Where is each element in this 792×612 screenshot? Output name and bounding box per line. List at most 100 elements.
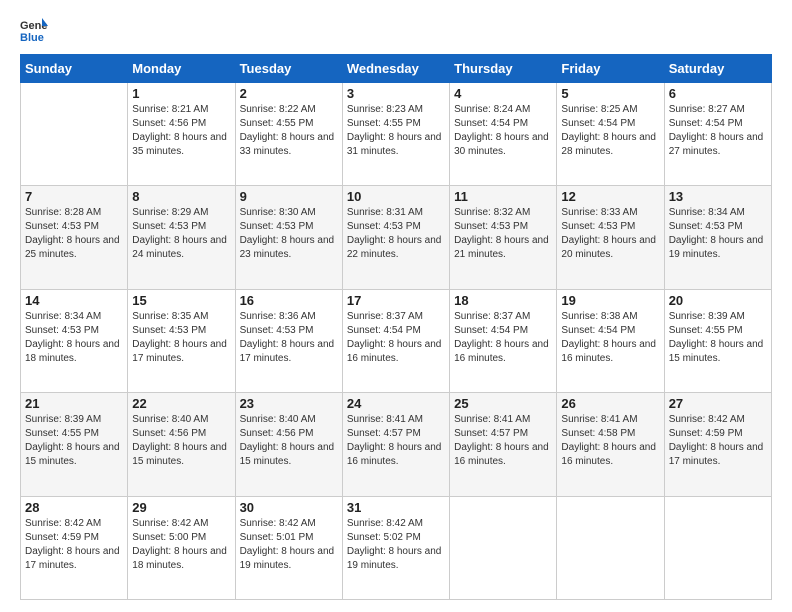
calendar-cell: 26 Sunrise: 8:41 AMSunset: 4:58 PMDaylig…	[557, 393, 664, 496]
calendar-cell: 21 Sunrise: 8:39 AMSunset: 4:55 PMDaylig…	[21, 393, 128, 496]
page: General Blue SundayMondayTuesdayWednesda…	[0, 0, 792, 612]
day-info: Sunrise: 8:37 AMSunset: 4:54 PMDaylight:…	[347, 311, 442, 364]
day-info: Sunrise: 8:29 AMSunset: 4:53 PMDaylight:…	[132, 207, 227, 260]
day-info: Sunrise: 8:41 AMSunset: 4:57 PMDaylight:…	[454, 414, 549, 467]
calendar-cell: 11 Sunrise: 8:32 AMSunset: 4:53 PMDaylig…	[450, 186, 557, 289]
day-number: 25	[454, 396, 552, 411]
calendar-cell: 2 Sunrise: 8:22 AMSunset: 4:55 PMDayligh…	[235, 83, 342, 186]
day-number: 26	[561, 396, 659, 411]
day-info: Sunrise: 8:27 AMSunset: 4:54 PMDaylight:…	[669, 104, 764, 157]
calendar-col-header: Thursday	[450, 55, 557, 83]
calendar-cell	[21, 83, 128, 186]
day-info: Sunrise: 8:30 AMSunset: 4:53 PMDaylight:…	[240, 207, 335, 260]
day-number: 24	[347, 396, 445, 411]
header: General Blue	[20, 16, 772, 44]
day-info: Sunrise: 8:31 AMSunset: 4:53 PMDaylight:…	[347, 207, 442, 260]
day-number: 15	[132, 293, 230, 308]
day-info: Sunrise: 8:34 AMSunset: 4:53 PMDaylight:…	[25, 311, 120, 364]
calendar-cell: 14 Sunrise: 8:34 AMSunset: 4:53 PMDaylig…	[21, 289, 128, 392]
logo: General Blue	[20, 16, 52, 44]
calendar-table: SundayMondayTuesdayWednesdayThursdayFrid…	[20, 54, 772, 600]
day-number: 8	[132, 189, 230, 204]
calendar-cell: 8 Sunrise: 8:29 AMSunset: 4:53 PMDayligh…	[128, 186, 235, 289]
day-number: 21	[25, 396, 123, 411]
calendar-cell: 18 Sunrise: 8:37 AMSunset: 4:54 PMDaylig…	[450, 289, 557, 392]
day-number: 14	[25, 293, 123, 308]
day-info: Sunrise: 8:42 AMSunset: 4:59 PMDaylight:…	[669, 414, 764, 467]
day-info: Sunrise: 8:36 AMSunset: 4:53 PMDaylight:…	[240, 311, 335, 364]
day-number: 10	[347, 189, 445, 204]
calendar-cell	[450, 496, 557, 599]
calendar-week-row: 28 Sunrise: 8:42 AMSunset: 4:59 PMDaylig…	[21, 496, 772, 599]
day-info: Sunrise: 8:39 AMSunset: 4:55 PMDaylight:…	[25, 414, 120, 467]
calendar-cell: 31 Sunrise: 8:42 AMSunset: 5:02 PMDaylig…	[342, 496, 449, 599]
calendar-week-row: 14 Sunrise: 8:34 AMSunset: 4:53 PMDaylig…	[21, 289, 772, 392]
day-info: Sunrise: 8:41 AMSunset: 4:58 PMDaylight:…	[561, 414, 656, 467]
calendar-cell: 22 Sunrise: 8:40 AMSunset: 4:56 PMDaylig…	[128, 393, 235, 496]
calendar-header-row: SundayMondayTuesdayWednesdayThursdayFrid…	[21, 55, 772, 83]
calendar-cell: 1 Sunrise: 8:21 AMSunset: 4:56 PMDayligh…	[128, 83, 235, 186]
day-info: Sunrise: 8:40 AMSunset: 4:56 PMDaylight:…	[132, 414, 227, 467]
calendar-cell: 9 Sunrise: 8:30 AMSunset: 4:53 PMDayligh…	[235, 186, 342, 289]
day-number: 30	[240, 500, 338, 515]
calendar-cell	[664, 496, 771, 599]
calendar-cell: 29 Sunrise: 8:42 AMSunset: 5:00 PMDaylig…	[128, 496, 235, 599]
calendar-cell	[557, 496, 664, 599]
day-info: Sunrise: 8:32 AMSunset: 4:53 PMDaylight:…	[454, 207, 549, 260]
day-number: 18	[454, 293, 552, 308]
calendar-cell: 15 Sunrise: 8:35 AMSunset: 4:53 PMDaylig…	[128, 289, 235, 392]
day-info: Sunrise: 8:25 AMSunset: 4:54 PMDaylight:…	[561, 104, 656, 157]
day-number: 27	[669, 396, 767, 411]
day-number: 2	[240, 86, 338, 101]
day-number: 16	[240, 293, 338, 308]
day-info: Sunrise: 8:42 AMSunset: 5:02 PMDaylight:…	[347, 518, 442, 571]
calendar-col-header: Friday	[557, 55, 664, 83]
calendar-cell: 24 Sunrise: 8:41 AMSunset: 4:57 PMDaylig…	[342, 393, 449, 496]
calendar-week-row: 21 Sunrise: 8:39 AMSunset: 4:55 PMDaylig…	[21, 393, 772, 496]
day-info: Sunrise: 8:39 AMSunset: 4:55 PMDaylight:…	[669, 311, 764, 364]
calendar-cell: 30 Sunrise: 8:42 AMSunset: 5:01 PMDaylig…	[235, 496, 342, 599]
day-number: 4	[454, 86, 552, 101]
calendar-cell: 3 Sunrise: 8:23 AMSunset: 4:55 PMDayligh…	[342, 83, 449, 186]
calendar-col-header: Saturday	[664, 55, 771, 83]
calendar-cell: 17 Sunrise: 8:37 AMSunset: 4:54 PMDaylig…	[342, 289, 449, 392]
calendar-col-header: Tuesday	[235, 55, 342, 83]
logo-icon: General Blue	[20, 16, 48, 44]
calendar-cell: 5 Sunrise: 8:25 AMSunset: 4:54 PMDayligh…	[557, 83, 664, 186]
calendar-cell: 25 Sunrise: 8:41 AMSunset: 4:57 PMDaylig…	[450, 393, 557, 496]
day-info: Sunrise: 8:24 AMSunset: 4:54 PMDaylight:…	[454, 104, 549, 157]
calendar-cell: 28 Sunrise: 8:42 AMSunset: 4:59 PMDaylig…	[21, 496, 128, 599]
day-info: Sunrise: 8:41 AMSunset: 4:57 PMDaylight:…	[347, 414, 442, 467]
day-number: 6	[669, 86, 767, 101]
calendar-cell: 19 Sunrise: 8:38 AMSunset: 4:54 PMDaylig…	[557, 289, 664, 392]
day-info: Sunrise: 8:38 AMSunset: 4:54 PMDaylight:…	[561, 311, 656, 364]
calendar-cell: 27 Sunrise: 8:42 AMSunset: 4:59 PMDaylig…	[664, 393, 771, 496]
calendar-cell: 13 Sunrise: 8:34 AMSunset: 4:53 PMDaylig…	[664, 186, 771, 289]
day-info: Sunrise: 8:33 AMSunset: 4:53 PMDaylight:…	[561, 207, 656, 260]
calendar-cell: 20 Sunrise: 8:39 AMSunset: 4:55 PMDaylig…	[664, 289, 771, 392]
day-info: Sunrise: 8:42 AMSunset: 5:01 PMDaylight:…	[240, 518, 335, 571]
calendar-cell: 6 Sunrise: 8:27 AMSunset: 4:54 PMDayligh…	[664, 83, 771, 186]
day-info: Sunrise: 8:22 AMSunset: 4:55 PMDaylight:…	[240, 104, 335, 157]
day-info: Sunrise: 8:42 AMSunset: 4:59 PMDaylight:…	[25, 518, 120, 571]
calendar-col-header: Monday	[128, 55, 235, 83]
calendar-cell: 23 Sunrise: 8:40 AMSunset: 4:56 PMDaylig…	[235, 393, 342, 496]
day-number: 3	[347, 86, 445, 101]
day-number: 5	[561, 86, 659, 101]
day-number: 7	[25, 189, 123, 204]
calendar-cell: 16 Sunrise: 8:36 AMSunset: 4:53 PMDaylig…	[235, 289, 342, 392]
day-number: 31	[347, 500, 445, 515]
day-number: 23	[240, 396, 338, 411]
calendar-col-header: Sunday	[21, 55, 128, 83]
calendar-week-row: 1 Sunrise: 8:21 AMSunset: 4:56 PMDayligh…	[21, 83, 772, 186]
day-info: Sunrise: 8:34 AMSunset: 4:53 PMDaylight:…	[669, 207, 764, 260]
day-info: Sunrise: 8:21 AMSunset: 4:56 PMDaylight:…	[132, 104, 227, 157]
svg-text:Blue: Blue	[20, 32, 44, 44]
day-number: 9	[240, 189, 338, 204]
day-info: Sunrise: 8:42 AMSunset: 5:00 PMDaylight:…	[132, 518, 227, 571]
calendar-col-header: Wednesday	[342, 55, 449, 83]
calendar-cell: 10 Sunrise: 8:31 AMSunset: 4:53 PMDaylig…	[342, 186, 449, 289]
day-number: 28	[25, 500, 123, 515]
day-info: Sunrise: 8:35 AMSunset: 4:53 PMDaylight:…	[132, 311, 227, 364]
day-number: 13	[669, 189, 767, 204]
